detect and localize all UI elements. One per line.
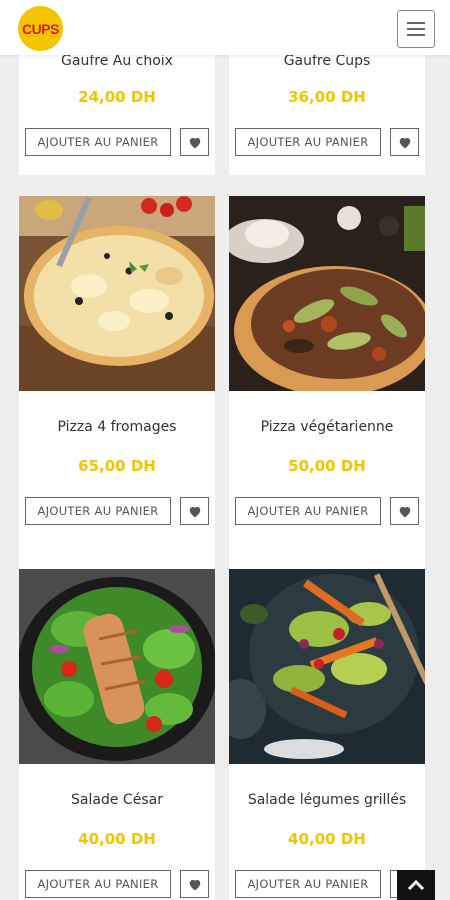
product-image-pizza-4-fromages[interactable] (19, 196, 215, 391)
product-name: Salade légumes grillés (247, 792, 407, 808)
product-image-pizza-vegetarienne[interactable] (229, 196, 425, 391)
product-price: 40,00 DH (78, 830, 156, 848)
app-header: CUPS (0, 0, 450, 55)
product-name: Pizza 4 fromages (57, 419, 177, 435)
product-name: Gaufre Cups (283, 53, 371, 69)
product-grid-row-3: Salade César 40,00 DH AJOUTER AU PANIER (19, 569, 425, 900)
heart-icon (189, 879, 200, 890)
product-grid-row-1: Gaufre Au choix 24,00 DH AJOUTER AU PANI… (19, 53, 425, 175)
heart-icon (189, 137, 200, 148)
hamburger-icon-line (407, 34, 425, 36)
product-price: 36,00 DH (288, 88, 366, 106)
add-to-cart-button[interactable]: AJOUTER AU PANIER (25, 497, 171, 525)
product-price: 24,00 DH (78, 88, 156, 106)
product-card: Pizza végétarienne 50,00 DH AJOUTER AU P… (229, 196, 425, 569)
wishlist-button[interactable] (390, 128, 419, 156)
wishlist-button[interactable] (180, 497, 209, 525)
heart-icon (189, 506, 200, 517)
product-card: Pizza 4 fromages 65,00 DH AJOUTER AU PAN… (19, 196, 215, 569)
product-grid-row-2: Pizza 4 fromages 65,00 DH AJOUTER AU PAN… (19, 196, 425, 569)
logo-text: CUPS (22, 20, 59, 37)
product-name: Pizza végétarienne (260, 419, 394, 435)
product-card: Gaufre Cups 36,00 DH AJOUTER AU PANIER (229, 53, 425, 175)
product-price: 50,00 DH (288, 457, 366, 475)
add-to-cart-button[interactable]: AJOUTER AU PANIER (235, 870, 381, 898)
product-name: Salade César (71, 792, 163, 808)
heart-icon (399, 506, 410, 517)
wishlist-button[interactable] (180, 870, 209, 898)
product-image-salade-legumes-grilles[interactable] (229, 569, 425, 764)
add-to-cart-button[interactable]: AJOUTER AU PANIER (235, 128, 381, 156)
add-to-cart-button[interactable]: AJOUTER AU PANIER (25, 128, 171, 156)
scroll-to-top-button[interactable] (397, 870, 435, 900)
wishlist-button[interactable] (390, 497, 419, 525)
product-card: Salade César 40,00 DH AJOUTER AU PANIER (19, 569, 215, 900)
product-price: 40,00 DH (288, 830, 366, 848)
cups-logo[interactable]: CUPS (18, 6, 63, 51)
hamburger-icon-line (407, 28, 425, 30)
product-card: Gaufre Au choix 24,00 DH AJOUTER AU PANI… (19, 53, 215, 175)
heart-icon (399, 137, 410, 148)
hamburger-icon-line (407, 22, 425, 24)
hamburger-menu-button[interactable] (397, 10, 435, 48)
add-to-cart-button[interactable]: AJOUTER AU PANIER (235, 497, 381, 525)
product-name: Gaufre Au choix (61, 53, 173, 69)
add-to-cart-button[interactable]: AJOUTER AU PANIER (25, 870, 171, 898)
product-image-salade-cesar[interactable] (19, 569, 215, 764)
wishlist-button[interactable] (180, 128, 209, 156)
product-card: Salade légumes grillés 40,00 DH AJOUTER … (229, 569, 425, 900)
chevron-up-icon (407, 879, 425, 891)
product-price: 65,00 DH (78, 457, 156, 475)
